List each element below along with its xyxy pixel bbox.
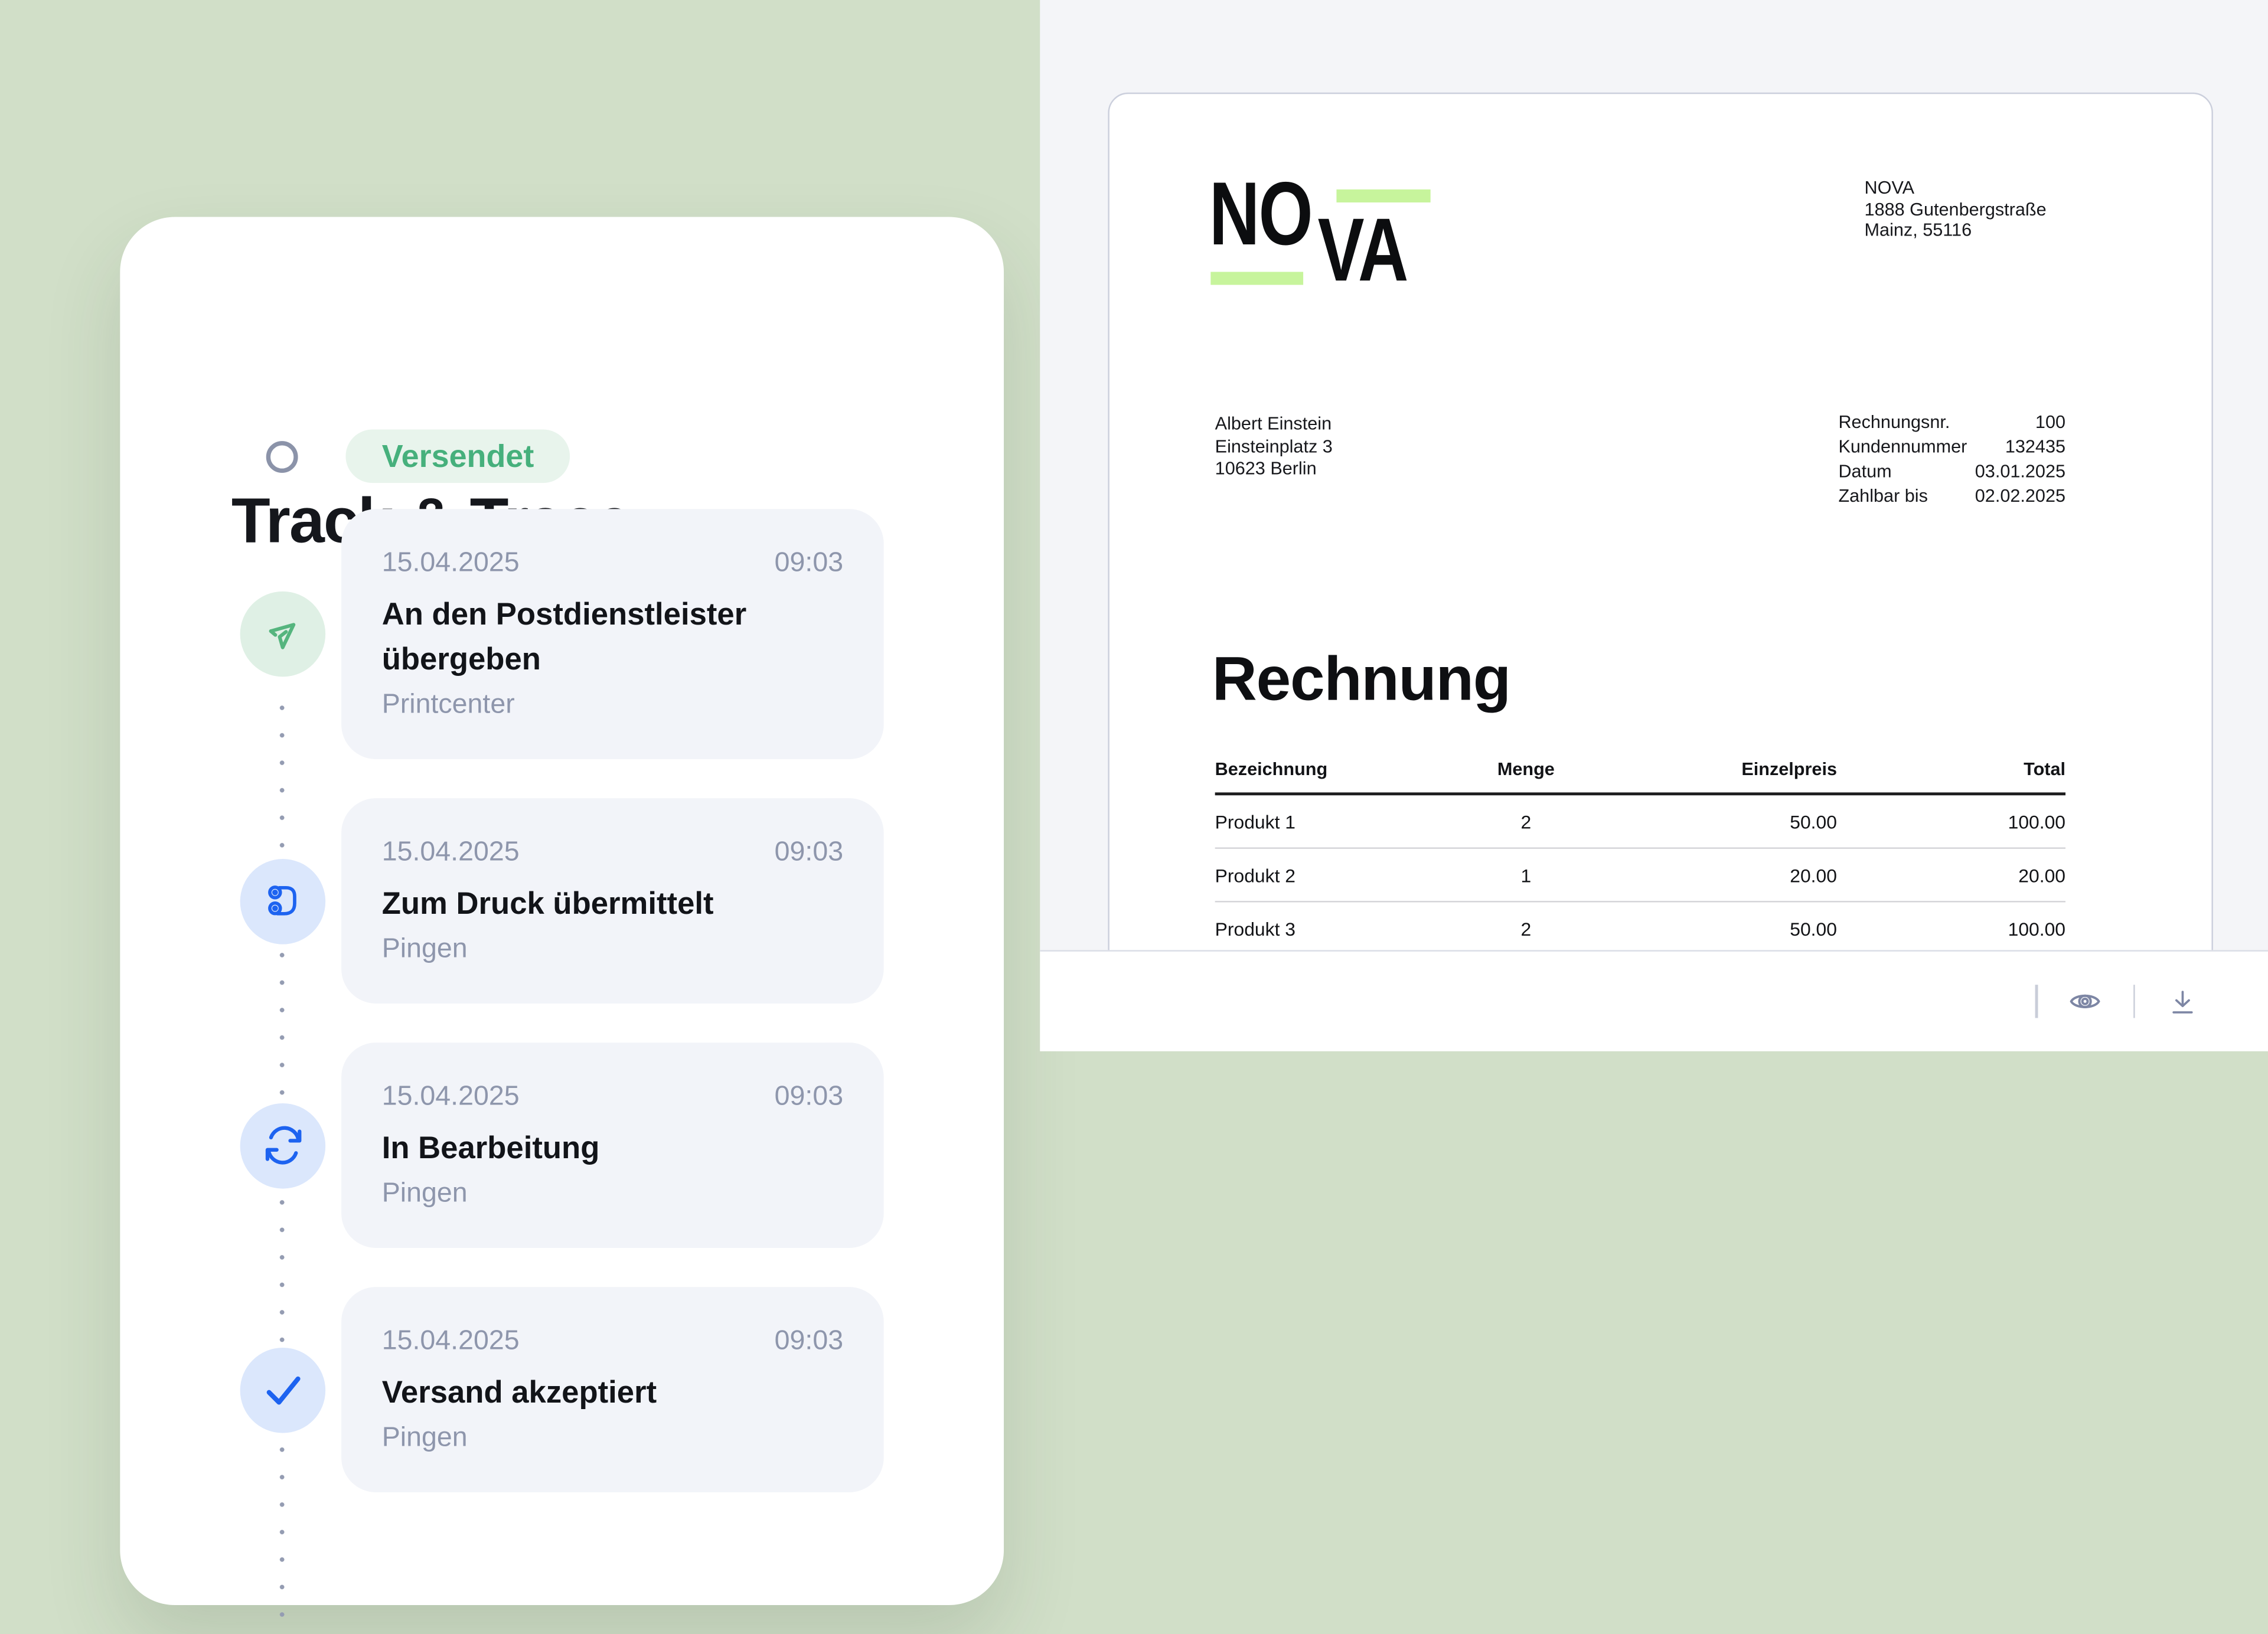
- invoice-viewport: NO VA NOVA 1888 Gutenbergstraße Mainz, 5…: [1040, 0, 2268, 952]
- event-location: Printcenter: [382, 687, 843, 725]
- stage: Track & Trace Versendet 15.04: [0, 0, 2268, 1512]
- col-header: Total: [1837, 759, 2065, 779]
- event-time: 09:03: [775, 547, 843, 580]
- event-card: 15.04.2025 09:03 Zum Druck übermittelt P…: [341, 798, 884, 1004]
- meta-value: 02.02.2025: [1975, 488, 2065, 507]
- timeline-status-row: Versendet: [120, 430, 1004, 483]
- invoice-document: NO VA NOVA 1888 Gutenbergstraße Mainz, 5…: [1108, 93, 2212, 952]
- company-name: NOVA: [1865, 178, 2047, 199]
- event-time: 09:03: [775, 1325, 843, 1358]
- meta-row: Rechnungsnr. 100: [1838, 414, 2065, 433]
- recipient-name: Albert Einstein: [1215, 414, 1333, 436]
- cell-unit-price: 50.00: [1620, 917, 1837, 939]
- meta-label: Datum: [1838, 463, 1891, 482]
- timeline-event: 15.04.2025 09:03 An den Postdienstleiste…: [120, 509, 1004, 759]
- table-row: Produkt 1 2 50.00 100.00: [1215, 795, 2065, 849]
- company-street: 1888 Gutenbergstraße: [1865, 199, 2047, 220]
- company-address: NOVA 1888 Gutenbergstraße Mainz, 55116: [1865, 178, 2047, 241]
- event-location: Pingen: [382, 1420, 843, 1458]
- meta-label: Zahlbar bis: [1838, 488, 1927, 507]
- meta-row: Zahlbar bis 02.02.2025: [1838, 488, 2065, 507]
- event-title: In Bearbeitung: [382, 1126, 843, 1171]
- timeline-node-circle: [266, 440, 298, 472]
- download-icon[interactable]: [2161, 980, 2204, 1023]
- meta-value: 132435: [2005, 438, 2065, 457]
- event-title: Versand akzeptiert: [382, 1371, 843, 1416]
- invoice-meta: Rechnungsnr. 100 Kundennummer 132435 Dat…: [1838, 414, 2065, 507]
- cell-total: 100.00: [1837, 917, 2065, 939]
- preview-toolbar: [1040, 950, 2268, 1051]
- cell-qty: 2: [1432, 811, 1620, 832]
- col-header: Einzelpreis: [1620, 759, 1837, 779]
- event-date: 15.04.2025: [382, 1325, 520, 1358]
- cell-total: 20.00: [1837, 864, 2065, 886]
- event-location: Pingen: [382, 1176, 843, 1214]
- event-title: Zum Druck übermittelt: [382, 882, 843, 927]
- cell-name: Produkt 2: [1215, 864, 1432, 886]
- meta-row: Datum 03.01.2025: [1838, 463, 2065, 482]
- recipient-street: Einsteinplatz 3: [1215, 436, 1333, 459]
- recipient-city: 10623 Berlin: [1215, 459, 1333, 481]
- cell-qty: 2: [1432, 917, 1620, 939]
- check-icon: [240, 1347, 326, 1433]
- meta-label: Rechnungsnr.: [1838, 414, 1950, 433]
- recipient-address: Albert Einstein Einsteinplatz 3 10623 Be…: [1215, 414, 1333, 481]
- invoice-heading: Rechnung: [1212, 645, 1510, 716]
- event-date: 15.04.2025: [382, 1080, 520, 1113]
- timeline-events: 15.04.2025 09:03 An den Postdienstleiste…: [120, 509, 1004, 1492]
- sync-icon: [240, 1103, 326, 1188]
- print-roller-icon: [240, 858, 326, 944]
- logo-text-va: VA: [1318, 207, 1408, 296]
- meta-value: 03.01.2025: [1975, 463, 2065, 482]
- col-header: Bezeichnung: [1215, 759, 1432, 779]
- cell-unit-price: 20.00: [1620, 864, 1837, 886]
- track-trace-card: Track & Trace Versendet 15.04: [120, 217, 1004, 1605]
- table-row: Produkt 2 1 20.00 20.00: [1215, 849, 2065, 903]
- toolbar-divider: [2035, 985, 2038, 1018]
- event-card: 15.04.2025 09:03 Versand akzeptiert Ping…: [341, 1287, 884, 1492]
- company-city: Mainz, 55116: [1865, 220, 2047, 241]
- event-location: Pingen: [382, 932, 843, 969]
- cell-name: Produkt 1: [1215, 811, 1432, 832]
- event-date: 15.04.2025: [382, 547, 520, 580]
- cell-name: Produkt 3: [1215, 917, 1432, 939]
- timeline-event: 15.04.2025 09:03 Versand akzeptiert Ping…: [120, 1287, 1004, 1492]
- meta-value: 100: [2035, 414, 2065, 433]
- timeline-event: 15.04.2025 09:03 Zum Druck übermittelt P…: [120, 798, 1004, 1004]
- eye-icon[interactable]: [2063, 980, 2106, 1023]
- event-card: 15.04.2025 09:03 An den Postdienstleiste…: [341, 509, 884, 759]
- toolbar-divider: [2133, 985, 2135, 1018]
- col-header: Menge: [1432, 759, 1620, 779]
- status-badge: Versendet: [345, 430, 570, 483]
- meta-row: Kundennummer 132435: [1838, 438, 2065, 457]
- event-time: 09:03: [775, 1080, 843, 1113]
- timeline-event: 15.04.2025 09:03 In Bearbeitung Pingen: [120, 1043, 1004, 1248]
- event-card: 15.04.2025 09:03 In Bearbeitung Pingen: [341, 1043, 884, 1248]
- nova-logo: NO VA: [1209, 171, 1556, 387]
- logo-accent-bar-bottom: [1210, 272, 1303, 285]
- send-icon: [240, 591, 326, 677]
- invoice-preview-panel: NO VA NOVA 1888 Gutenbergstraße Mainz, 5…: [1040, 0, 2268, 1051]
- meta-label: Kundennummer: [1838, 438, 1967, 457]
- event-date: 15.04.2025: [382, 836, 520, 869]
- event-title: An den Postdienstleister übergeben: [382, 593, 843, 682]
- invoice-table: Bezeichnung Menge Einzelpreis Total Prod…: [1215, 759, 2065, 952]
- logo-text-no: NO: [1209, 171, 1312, 260]
- table-header-row: Bezeichnung Menge Einzelpreis Total: [1215, 759, 2065, 795]
- table-row: Produkt 3 2 50.00 100.00: [1215, 903, 2065, 952]
- cell-unit-price: 50.00: [1620, 811, 1837, 832]
- cell-total: 100.00: [1837, 811, 2065, 832]
- cell-qty: 1: [1432, 864, 1620, 886]
- event-time: 09:03: [775, 836, 843, 869]
